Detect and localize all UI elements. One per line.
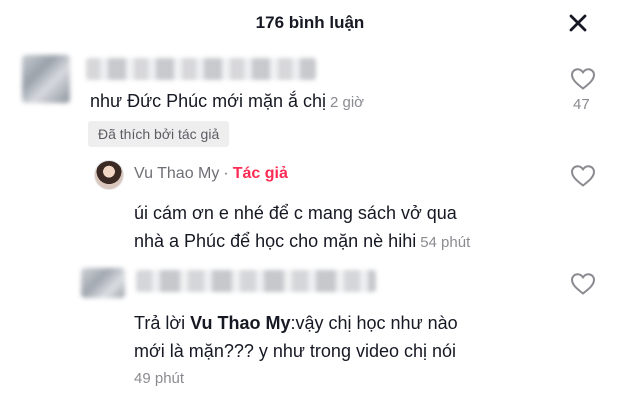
comment-time: 2 giờ bbox=[330, 94, 365, 111]
avatar[interactable] bbox=[22, 55, 70, 103]
comment-body: như Đức Phúc mới mặn ắ chị bbox=[90, 91, 326, 111]
close-icon[interactable] bbox=[566, 11, 590, 35]
reply-text-line2: nhà a Phúc để học cho mặn nè hihi 54 phút bbox=[134, 231, 470, 252]
reply-to-username[interactable]: Vu Thao My bbox=[190, 313, 290, 333]
comments-header: 176 bình luận bbox=[0, 0, 620, 46]
comment-count-title: 176 bình luận bbox=[255, 13, 365, 32]
reply-text-line1: úi cám ơn e nhé để c mang sách vở qua bbox=[134, 203, 457, 223]
heart-outline-icon[interactable] bbox=[570, 67, 596, 91]
username-blurred[interactable] bbox=[86, 58, 316, 80]
reply-text: nhà a Phúc để học cho mặn nè hihi bbox=[134, 231, 417, 251]
heart-outline-icon[interactable] bbox=[570, 272, 596, 296]
author-avatar[interactable] bbox=[94, 160, 124, 190]
reply-text: :vậy chị học như nào bbox=[290, 313, 458, 333]
comment-text: như Đức Phúc mới mặn ắ chị 2 giờ bbox=[90, 91, 364, 112]
reply-time: 54 phút bbox=[420, 234, 471, 251]
reply-time: 49 phút bbox=[134, 370, 185, 387]
reply-header: Vu Thao My · Tác giả bbox=[134, 165, 288, 183]
reply-text-line1: Trả lời Vu Thao My:vậy chị học như nào bbox=[134, 313, 458, 334]
like-count: 47 bbox=[573, 96, 590, 113]
separator: · bbox=[223, 165, 229, 182]
author-tag: Tác giả bbox=[232, 165, 288, 182]
liked-by-author-badge: Đã thích bởi tác giả bbox=[88, 121, 230, 147]
avatar[interactable] bbox=[81, 268, 125, 298]
reply-text-line2: mới là mặn??? y như trong video chị nói bbox=[134, 341, 457, 361]
reply-username[interactable]: Vu Thao My bbox=[134, 165, 219, 182]
heart-outline-icon[interactable] bbox=[570, 164, 596, 188]
reply-prefix: Trả lời bbox=[134, 313, 186, 333]
username-blurred[interactable] bbox=[136, 270, 376, 292]
